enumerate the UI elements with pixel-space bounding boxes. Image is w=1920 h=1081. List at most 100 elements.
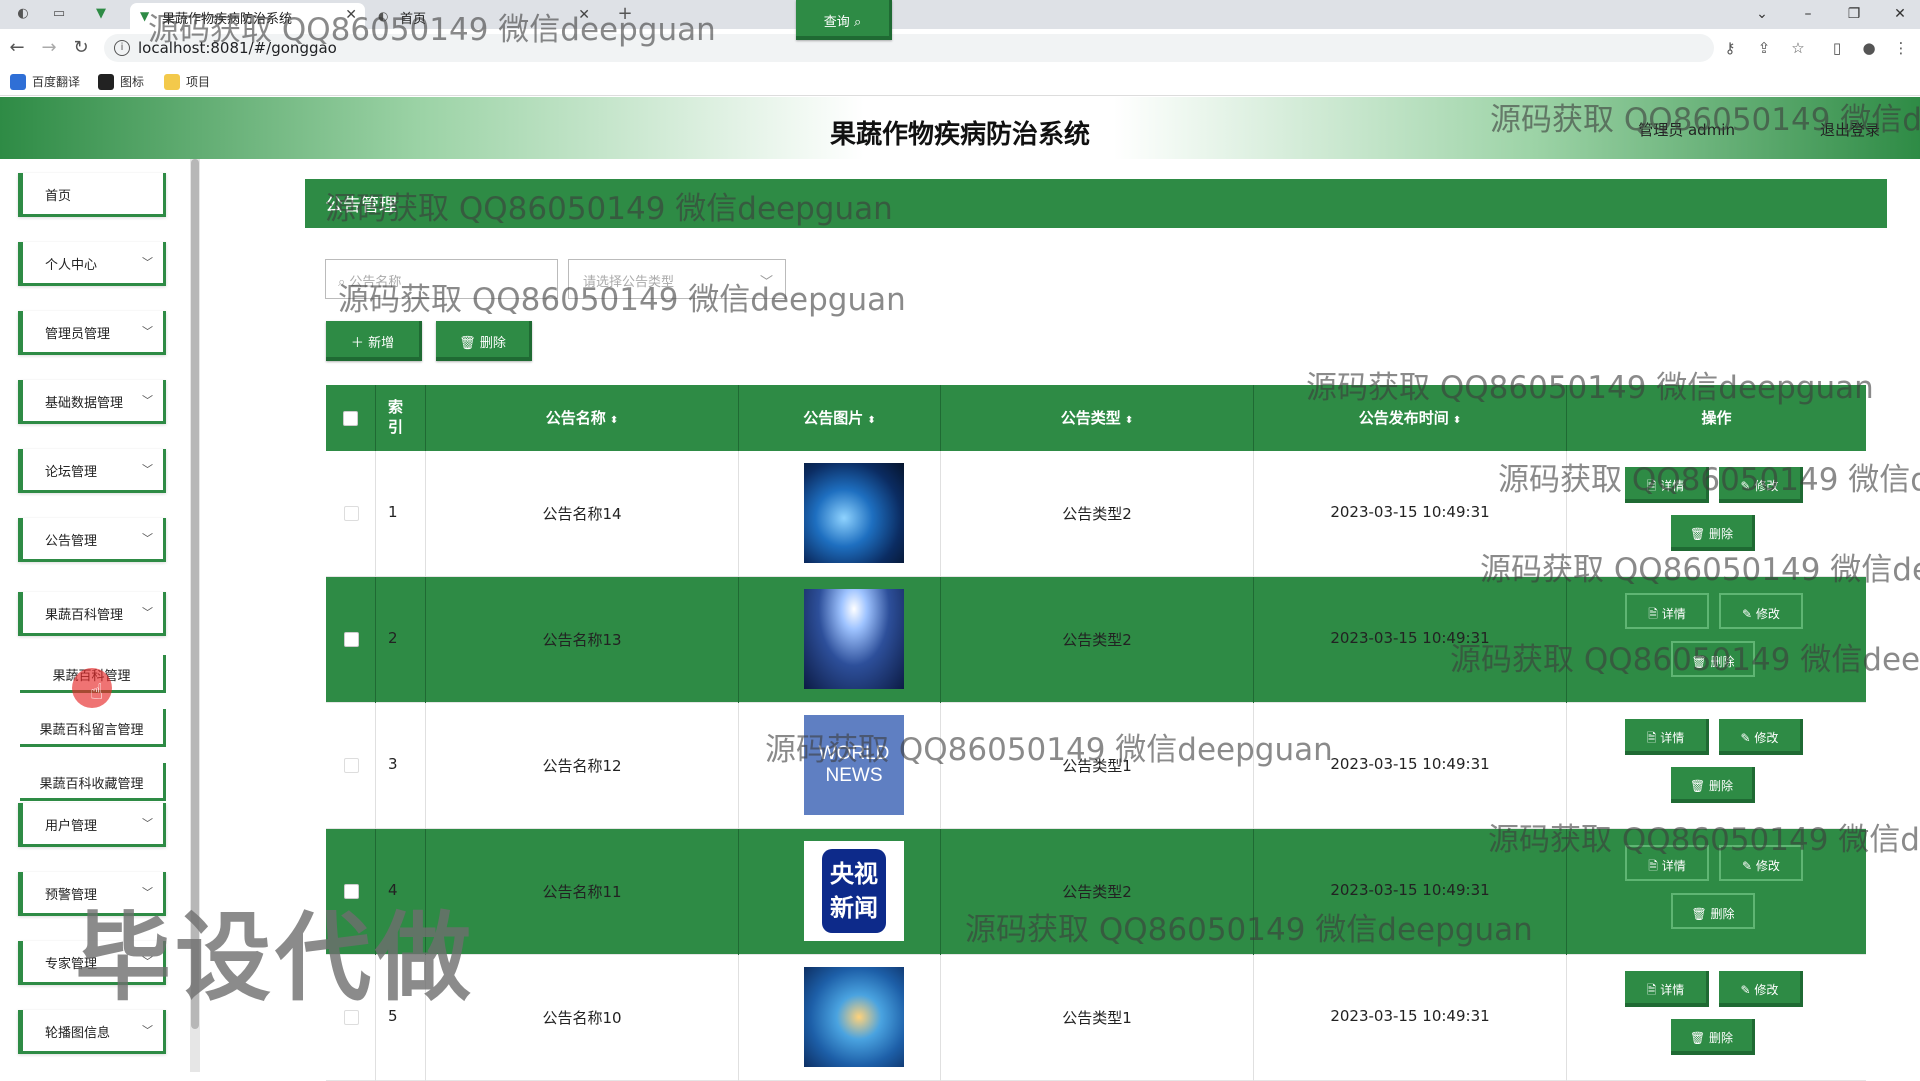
chevron-down-icon: ﹀: [142, 325, 153, 338]
chevron-down-icon: ﹀: [142, 256, 153, 269]
detail-button[interactable]: 🗎 详情: [1625, 845, 1709, 881]
edit-button[interactable]: ✎ 修改: [1719, 593, 1803, 629]
row-checkbox[interactable]: [344, 506, 359, 521]
sidebar-item-encyclopedia[interactable]: 果蔬百科管理 ﹀: [18, 592, 166, 636]
logout-link[interactable]: 退出登录: [1820, 119, 1880, 140]
sidebar-item-users[interactable]: 用户管理 ﹀: [18, 803, 166, 847]
bookmark-label: 图标: [120, 75, 145, 89]
share-icon[interactable]: ⇪: [1754, 38, 1774, 58]
row-delete-button[interactable]: 🗑 删除: [1671, 893, 1755, 929]
tab-group-icon[interactable]: ▭: [50, 5, 68, 23]
add-button[interactable]: ＋ 新增: [326, 321, 422, 361]
notice-time: 2023-03-15 10:49:31: [1330, 1007, 1490, 1025]
edit-button[interactable]: ✎ 修改: [1719, 845, 1803, 881]
select-all-checkbox[interactable]: [343, 411, 358, 426]
key-icon[interactable]: ⚷: [1720, 38, 1740, 58]
cell-time: 2023-03-15 10:49:31: [1254, 829, 1567, 955]
sort-icon[interactable]: ⬍: [1453, 415, 1461, 426]
cell-type: 公告类型1: [941, 703, 1254, 829]
minimize-button[interactable]: –: [1788, 3, 1828, 25]
sidebar-item-notice[interactable]: 公告管理 ﹀: [18, 518, 166, 562]
button-label: 详情: [1660, 479, 1685, 493]
omnibox[interactable]: i localhost:8081/#/gonggao ⚷ ⇪ ☆: [104, 34, 1805, 62]
cell-image: [739, 955, 941, 1081]
header-type[interactable]: 公告类型 ⬍: [941, 385, 1254, 451]
back-icon[interactable]: ←: [6, 37, 28, 59]
detail-button[interactable]: 🗎 详情: [1625, 971, 1709, 1007]
cell-actions: 🗎 详情 ✎ 修改 🗑 删除: [1567, 451, 1866, 577]
side-panel-icon[interactable]: ▯: [1826, 37, 1848, 59]
row-checkbox[interactable]: [344, 758, 359, 773]
detail-button[interactable]: 🗎 详情: [1625, 719, 1709, 755]
forward-icon[interactable]: →: [38, 37, 60, 59]
star-icon[interactable]: ☆: [1788, 38, 1808, 58]
header-time[interactable]: 公告发布时间 ⬍: [1254, 385, 1567, 451]
edit-button[interactable]: ✎ 修改: [1719, 971, 1803, 1007]
row-delete-button[interactable]: 🗑 删除: [1671, 1019, 1755, 1055]
chevron-down-icon: ﹀: [142, 606, 153, 619]
row-delete-button[interactable]: 🗑 删除: [1671, 515, 1755, 551]
notice-name: 公告名称12: [542, 757, 622, 775]
type-select[interactable]: 请选择公告类型 ﹀: [568, 259, 786, 299]
doc-icon: 🗎: [1648, 607, 1662, 621]
search-input[interactable]: ⌕ 公告名称: [325, 259, 558, 299]
profile-icon[interactable]: ●: [1858, 37, 1880, 59]
sidebar-item-forum[interactable]: 论坛管理 ﹀: [18, 449, 166, 493]
edit-button[interactable]: ✎ 修改: [1719, 719, 1803, 755]
chevron-down-icon: ﹀: [142, 394, 153, 407]
bookmark-icons[interactable]: 图标: [98, 73, 144, 91]
sidebar-item-profile[interactable]: 个人中心 ﹀: [18, 242, 166, 286]
header-image[interactable]: 公告图片 ⬍: [739, 385, 941, 451]
sort-icon[interactable]: ⬍: [610, 415, 618, 426]
delete-button[interactable]: 🗑 删除: [436, 321, 532, 361]
sort-icon[interactable]: ⬍: [1125, 415, 1133, 426]
pencil-icon: ✎: [1742, 607, 1756, 621]
close-tab-icon[interactable]: ✕: [578, 7, 590, 23]
cell-type: 公告类型2: [941, 451, 1254, 577]
close-tab-icon[interactable]: ✕: [345, 7, 357, 23]
sub-item-encyclopedia-favorites[interactable]: 果蔬百科收藏管理: [20, 763, 166, 801]
column-title: 公告类型: [1060, 409, 1121, 427]
button-label: 删除: [1709, 1031, 1734, 1045]
tab-home[interactable]: ◐ 首页 ✕: [368, 3, 598, 29]
bookmark-project[interactable]: 项目: [164, 73, 210, 91]
sidebar-item-basic-data[interactable]: 基础数据管理 ﹀: [18, 380, 166, 424]
bookmark-baidu-translate[interactable]: 百度翻译: [10, 73, 80, 91]
sub-item-encyclopedia-comments[interactable]: 果蔬百科留言管理: [20, 709, 166, 747]
select-placeholder: 请选择公告类型: [583, 275, 675, 290]
detail-button[interactable]: 🗎 详情: [1625, 593, 1709, 629]
world-news-icon: WORLD NEWS: [804, 715, 904, 815]
reload-icon[interactable]: ↻: [70, 37, 92, 59]
url-text[interactable]: localhost:8081/#/gonggao: [138, 39, 337, 57]
doc-icon: 🗎: [1646, 983, 1661, 997]
sort-icon[interactable]: ⬍: [867, 415, 875, 426]
button-label: 删除: [1710, 655, 1735, 669]
header-name[interactable]: 公告名称 ⬍: [426, 385, 739, 451]
row-delete-button[interactable]: 🗑 删除: [1671, 767, 1755, 803]
cell-time: 2023-03-15 10:49:31: [1254, 451, 1567, 577]
query-button[interactable]: 查询 ⌕: [796, 0, 892, 40]
cell-actions: 🗎 详情 ✎ 修改 🗑 删除: [1567, 829, 1866, 955]
column-title: 公告发布时间: [1358, 409, 1449, 427]
row-delete-button[interactable]: 🗑 删除: [1671, 641, 1755, 677]
vue-tab-icon[interactable]: ▼: [92, 5, 110, 23]
new-tab-button[interactable]: +: [616, 5, 634, 23]
sidebar-item-home[interactable]: 首页: [18, 173, 166, 217]
tab-search-icon[interactable]: ⌄: [1742, 3, 1782, 25]
row-checkbox[interactable]: [344, 632, 359, 647]
cell-type: 公告类型2: [941, 577, 1254, 703]
close-window-button[interactable]: ✕: [1880, 3, 1920, 25]
sidebar-item-admin[interactable]: 管理员管理 ﹀: [18, 311, 166, 355]
globe-news-icon: [804, 463, 904, 563]
tab-app[interactable]: ▼ 果蔬作物疾病防治系统 ✕: [130, 3, 365, 29]
notice-time: 2023-03-15 10:49:31: [1330, 755, 1490, 773]
restore-button[interactable]: ❐: [1834, 3, 1874, 25]
edit-button[interactable]: ✎ 修改: [1719, 467, 1803, 503]
tab-title: 首页: [400, 12, 427, 27]
tab-title: 果蔬作物疾病防治系统: [162, 12, 293, 27]
detail-button[interactable]: 🗎 详情: [1625, 467, 1709, 503]
sidebar-item-label: 用户管理: [45, 819, 98, 834]
menu-kebab-icon[interactable]: ⋮: [1890, 37, 1912, 59]
site-info-icon[interactable]: i: [114, 40, 130, 56]
cell-time: 2023-03-15 10:49:31: [1254, 703, 1567, 829]
